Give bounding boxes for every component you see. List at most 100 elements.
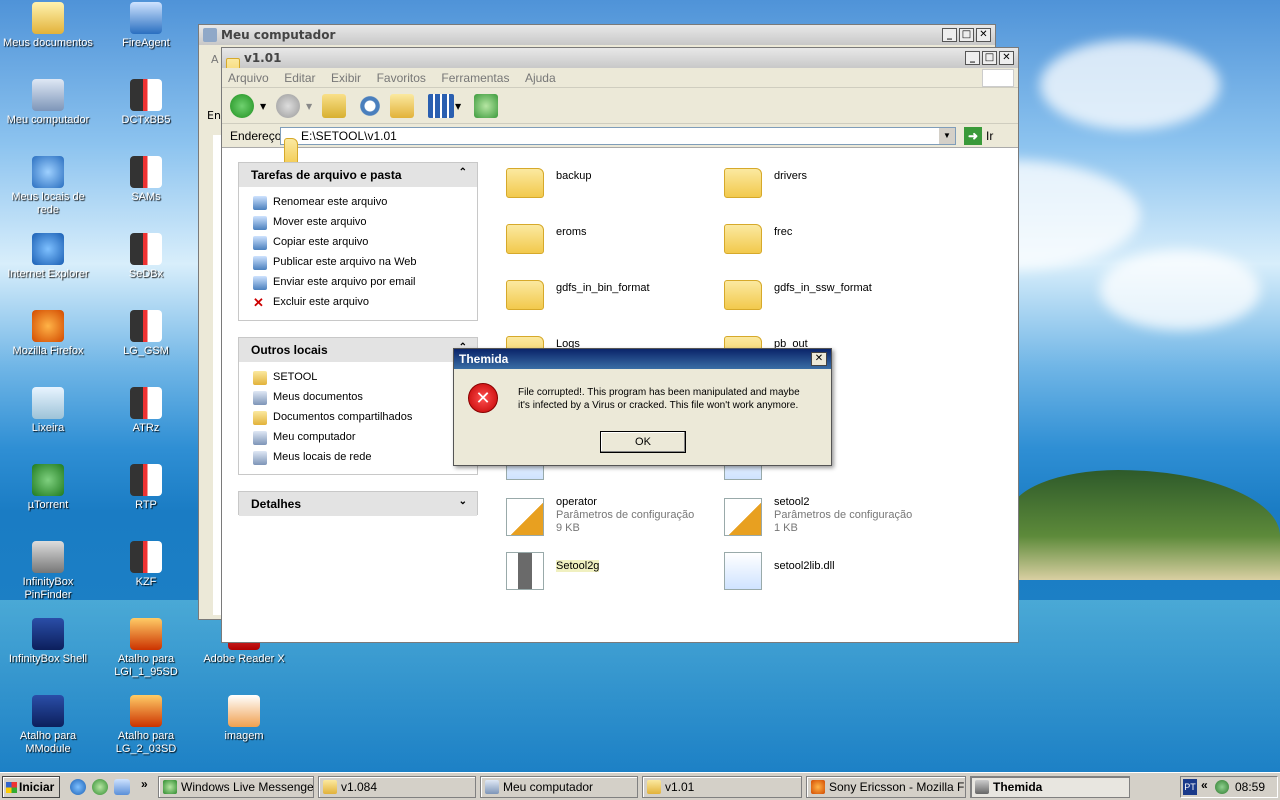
taskbar-button[interactable]: Meu computador — [480, 776, 638, 798]
quicklaunch-overflow[interactable]: » — [141, 777, 148, 791]
address-dropdown-icon[interactable]: ▼ — [939, 128, 955, 144]
start-button[interactable]: Iniciar — [2, 776, 60, 798]
back-dropdown-icon[interactable]: ▼ — [260, 102, 266, 111]
menu-editar[interactable]: Editar — [278, 68, 321, 88]
file-tasks-header[interactable]: Tarefas de arquivo e pasta ⌃ — [239, 163, 477, 187]
desktop-icon[interactable]: Meus locais de rede — [0, 156, 96, 217]
desktop-icon[interactable]: Meu computador — [0, 79, 96, 127]
dialog-close-button[interactable]: ✕ — [811, 352, 827, 366]
address-label-fragment: En — [207, 109, 221, 122]
task-link[interactable]: ✕ Excluir este arquivo — [239, 293, 477, 313]
back-button[interactable] — [230, 94, 254, 118]
sync-button[interactable] — [474, 94, 498, 118]
maximize-button[interactable]: □ — [959, 28, 974, 42]
task-link[interactable]: Publicar este arquivo na Web — [239, 253, 477, 273]
menu-ajuda[interactable]: Ajuda — [519, 68, 562, 88]
desktop-icon[interactable]: µTorrent — [0, 464, 96, 512]
config-file-icon — [724, 498, 762, 536]
views-dropdown-icon[interactable]: ▼ — [455, 102, 461, 111]
taskbar-button[interactable]: v1.084 — [318, 776, 476, 798]
task-link[interactable]: Documentos compartilhados — [239, 408, 477, 428]
desktop-icon[interactable]: InfinityBox Shell — [0, 618, 96, 666]
task-link[interactable]: Renomear este arquivo — [239, 193, 477, 213]
desktop-icon[interactable]: SeDBx — [98, 233, 194, 281]
other-places-header[interactable]: Outros locais⌃ — [239, 338, 477, 362]
up-folder-button[interactable] — [322, 94, 346, 118]
folder-item[interactable]: backup — [506, 158, 716, 206]
minimize-button[interactable]: _ — [965, 51, 980, 65]
desktop-icon[interactable]: FireAgent — [98, 2, 194, 50]
ok-button[interactable]: OK — [600, 431, 686, 453]
desktop-icon[interactable]: Mozilla Firefox — [0, 310, 96, 358]
taskbar-button[interactable]: Sony Ericsson - Mozilla Fi... — [806, 776, 966, 798]
minimize-button[interactable]: _ — [942, 28, 957, 42]
address-value: E:\SETOOL\v1.01 — [301, 129, 397, 143]
desktop-icon[interactable]: Atalho para MModule — [0, 695, 96, 756]
desktop-icon[interactable]: Meus documentos — [0, 2, 96, 50]
close-button[interactable]: ✕ — [999, 51, 1014, 65]
address-input[interactable]: E:\SETOOL\v1.01 ▼ — [280, 127, 956, 168]
collapse-icon[interactable]: ⌃ — [459, 167, 467, 178]
dialog-title: Themida — [454, 349, 831, 369]
folder-item[interactable]: eroms — [506, 214, 716, 262]
maximize-button[interactable]: □ — [982, 51, 997, 65]
folder-item[interactable]: drivers — [724, 158, 934, 206]
folder-item[interactable]: gdfs_in_bin_format — [506, 270, 716, 318]
desktop-quicklaunch-icon[interactable] — [114, 779, 130, 795]
file-name: backup — [556, 170, 592, 182]
folders-button[interactable] — [390, 94, 414, 118]
folder-item[interactable]: gdfs_in_ssw_format — [724, 270, 934, 318]
task-link[interactable]: Mover este arquivo — [239, 213, 477, 233]
views-button[interactable] — [428, 94, 454, 118]
ie-quicklaunch-icon[interactable] — [70, 779, 86, 795]
desktop-icon[interactable]: SAMs — [98, 156, 194, 204]
desktop-icon[interactable]: InfinityBox PinFinder — [0, 541, 96, 602]
desktop-icon[interactable]: DCTxBB5 — [98, 79, 194, 127]
themida-error-dialog[interactable]: Themida ✕ ✕ File corrupted!. This progra… — [453, 348, 832, 466]
desktop-icon[interactable]: Atalho para LG_2_03SD — [98, 695, 194, 756]
forward-button[interactable] — [276, 94, 300, 118]
desktop-icon[interactable]: Lixeira — [0, 387, 96, 435]
desktop-icon[interactable]: imagem — [196, 695, 292, 743]
task-link[interactable]: Meu computador — [239, 428, 477, 448]
title-bar[interactable]: Meu computador _ □ ✕ — [199, 25, 995, 45]
task-link[interactable]: Copiar este arquivo — [239, 233, 477, 253]
messenger-quicklaunch-icon[interactable] — [92, 779, 108, 795]
folder-item[interactable]: frec — [724, 214, 934, 262]
task-link[interactable]: Meus documentos — [239, 388, 477, 408]
network-tray-icon[interactable] — [1215, 780, 1229, 794]
menu-favoritos[interactable]: Favoritos — [371, 68, 432, 88]
language-indicator[interactable]: PT — [1183, 779, 1197, 795]
desktop-icon[interactable]: LG_GSM — [98, 310, 194, 358]
desktop-icon[interactable]: RTP — [98, 464, 194, 512]
desktop-icon[interactable]: ATRz — [98, 387, 194, 435]
go-button[interactable]: Ir — [986, 129, 993, 143]
taskbar-button[interactable]: Windows Live Messenger — [158, 776, 314, 798]
task-link[interactable]: SETOOL — [239, 368, 477, 388]
forward-dropdown-icon[interactable]: ▼ — [306, 102, 312, 111]
explorer-window[interactable]: v1.01 _ □ ✕ Arquivo Editar Exibir Favori… — [221, 47, 1019, 643]
file-item[interactable]: setool2 Parâmetros de configuração 1 KB — [724, 494, 934, 542]
title-bar[interactable]: v1.01 _ □ ✕ — [222, 48, 1018, 88]
menu-ferramentas[interactable]: Ferramentas — [435, 68, 515, 88]
tray-expand-icon[interactable]: « — [1201, 778, 1208, 792]
file-item[interactable]: operator Parâmetros de configuração 9 KB — [506, 494, 716, 542]
go-arrow-icon[interactable]: ➜ — [964, 127, 982, 145]
taskbar-button[interactable]: v1.01 — [642, 776, 802, 798]
expand-icon[interactable]: ⌄ — [459, 496, 467, 507]
menu-exibir[interactable]: Exibir — [325, 68, 367, 88]
task-link[interactable]: Meus locais de rede — [239, 448, 477, 468]
menu-arquivo[interactable]: Arquivo — [222, 68, 275, 88]
desktop-icon[interactable]: Atalho para LGI_1_95SD — [98, 618, 194, 679]
task-link-label: Excluir este arquivo — [273, 296, 369, 308]
clock[interactable]: 08:59 — [1235, 780, 1265, 794]
search-button[interactable] — [358, 94, 382, 118]
taskbar-button[interactable]: Themida — [970, 776, 1130, 798]
close-button[interactable]: ✕ — [976, 28, 991, 42]
task-link[interactable]: Enviar este arquivo por email — [239, 273, 477, 293]
details-header[interactable]: Detalhes ⌄ — [239, 492, 477, 516]
desktop-icon[interactable]: KZF — [98, 541, 194, 589]
file-item[interactable]: Setool2g — [506, 548, 716, 596]
desktop-icon[interactable]: Internet Explorer — [0, 233, 96, 281]
file-item[interactable]: setool2lib.dll — [724, 548, 934, 596]
